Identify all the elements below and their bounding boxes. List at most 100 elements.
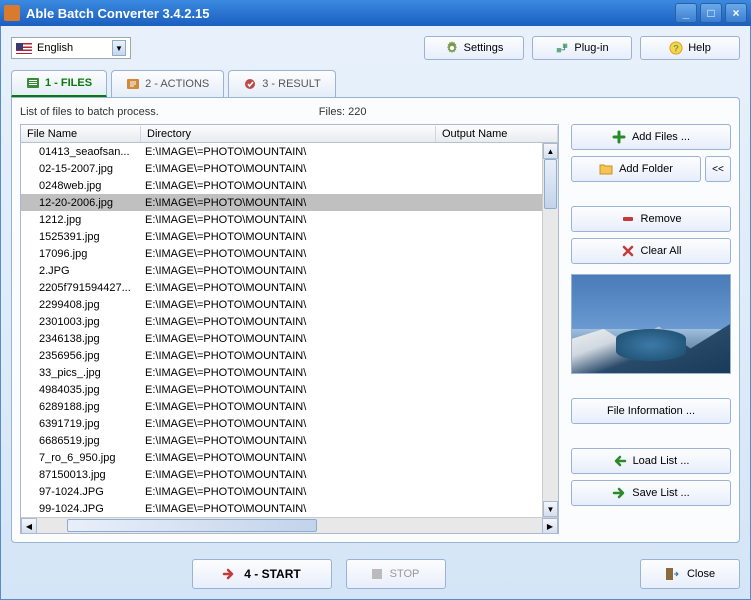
table-row[interactable]: 1212.jpgE:\IMAGE\=PHOTO\MOUNTAIN\ <box>21 211 542 228</box>
tab-files[interactable]: 1 - FILES <box>11 70 107 97</box>
cell-directory: E:\IMAGE\=PHOTO\MOUNTAIN\ <box>141 248 436 260</box>
scroll-down-icon[interactable]: ▼ <box>543 501 558 517</box>
plugin-label: Plug-in <box>574 42 608 54</box>
minimize-button[interactable]: _ <box>675 3 697 23</box>
list-info: List of files to batch process. Files: 2… <box>20 106 731 118</box>
cell-filename: 6391719.jpg <box>21 418 141 430</box>
save-list-button[interactable]: Save List ... <box>571 480 731 506</box>
tab-result[interactable]: 3 - RESULT <box>228 70 335 97</box>
cell-directory: E:\IMAGE\=PHOTO\MOUNTAIN\ <box>141 435 436 447</box>
table-row[interactable]: 33_pics_.jpgE:\IMAGE\=PHOTO\MOUNTAIN\ <box>21 364 542 381</box>
titlebar[interactable]: Able Batch Converter 3.4.2.15 _ □ × <box>0 0 751 26</box>
settings-button[interactable]: Settings <box>424 36 524 60</box>
table-row[interactable]: 01413_seaofsan...E:\IMAGE\=PHOTO\MOUNTAI… <box>21 143 542 160</box>
table-row[interactable]: 97-1024.JPGE:\IMAGE\=PHOTO\MOUNTAIN\ <box>21 483 542 500</box>
col-directory[interactable]: Directory <box>141 126 436 142</box>
horizontal-scrollbar[interactable]: ◀ ▶ <box>21 517 558 533</box>
language-select[interactable]: English ▼ <box>11 37 131 59</box>
load-list-label: Load List ... <box>633 455 690 467</box>
add-folder-button[interactable]: Add Folder <box>571 156 701 182</box>
table-row[interactable]: 2299408.jpgE:\IMAGE\=PHOTO\MOUNTAIN\ <box>21 296 542 313</box>
cell-directory: E:\IMAGE\=PHOTO\MOUNTAIN\ <box>141 418 436 430</box>
cell-filename: 99-1024.JPG <box>21 503 141 515</box>
x-icon <box>621 244 635 258</box>
table-row[interactable]: 12-20-2006.jpgE:\IMAGE\=PHOTO\MOUNTAIN\ <box>21 194 542 211</box>
cell-filename: 1212.jpg <box>21 214 141 226</box>
plugin-button[interactable]: Plug-in <box>532 36 632 60</box>
table-row[interactable]: 0248web.jpgE:\IMAGE\=PHOTO\MOUNTAIN\ <box>21 177 542 194</box>
add-files-button[interactable]: Add Files ... <box>571 124 731 150</box>
file-information-button[interactable]: File Information ... <box>571 398 731 424</box>
tab-actions[interactable]: 2 - ACTIONS <box>111 70 224 97</box>
table-row[interactable]: 4984035.jpgE:\IMAGE\=PHOTO\MOUNTAIN\ <box>21 381 542 398</box>
cell-filename: 2301003.jpg <box>21 316 141 328</box>
cell-directory: E:\IMAGE\=PHOTO\MOUNTAIN\ <box>141 214 436 226</box>
table-row[interactable]: 02-15-2007.jpgE:\IMAGE\=PHOTO\MOUNTAIN\ <box>21 160 542 177</box>
table-row[interactable]: 6391719.jpgE:\IMAGE\=PHOTO\MOUNTAIN\ <box>21 415 542 432</box>
cell-filename: 87150013.jpg <box>21 469 141 481</box>
table-row[interactable]: 7_ro_6_950.jpgE:\IMAGE\=PHOTO\MOUNTAIN\ <box>21 449 542 466</box>
cell-filename: 33_pics_.jpg <box>21 367 141 379</box>
table-row[interactable]: 2.JPGE:\IMAGE\=PHOTO\MOUNTAIN\ <box>21 262 542 279</box>
cell-filename: 4984035.jpg <box>21 384 141 396</box>
cell-filename: 1525391.jpg <box>21 231 141 243</box>
table-body: 01413_seaofsan...E:\IMAGE\=PHOTO\MOUNTAI… <box>21 143 558 517</box>
help-icon: ? <box>669 41 683 55</box>
scroll-up-icon[interactable]: ▲ <box>543 143 558 159</box>
door-icon <box>665 567 679 581</box>
close-window-button[interactable]: × <box>725 3 747 23</box>
minus-icon <box>621 212 635 226</box>
add-files-label: Add Files ... <box>632 131 690 143</box>
window-body: English ▼ Settings Plug-in ? Help 1 - FI… <box>0 26 751 600</box>
table-row[interactable]: 6686519.jpgE:\IMAGE\=PHOTO\MOUNTAIN\ <box>21 432 542 449</box>
start-button[interactable]: 4 - START <box>192 559 332 589</box>
table-row[interactable]: 6289188.jpgE:\IMAGE\=PHOTO\MOUNTAIN\ <box>21 398 542 415</box>
folder-icon <box>599 162 613 176</box>
col-filename[interactable]: File Name <box>21 126 141 142</box>
table-row[interactable]: 99-1024.JPGE:\IMAGE\=PHOTO\MOUNTAIN\ <box>21 500 542 517</box>
scroll-right-icon[interactable]: ▶ <box>542 518 558 534</box>
table-row[interactable]: 2205f791594427...E:\IMAGE\=PHOTO\MOUNTAI… <box>21 279 542 296</box>
maximize-button[interactable]: □ <box>700 3 722 23</box>
settings-label: Settings <box>464 42 504 54</box>
scroll-left-icon[interactable]: ◀ <box>21 518 37 534</box>
cell-filename: 7_ro_6_950.jpg <box>21 452 141 464</box>
cell-directory: E:\IMAGE\=PHOTO\MOUNTAIN\ <box>141 384 436 396</box>
cell-directory: E:\IMAGE\=PHOTO\MOUNTAIN\ <box>141 163 436 175</box>
chevron-down-icon[interactable]: ▼ <box>112 40 126 56</box>
file-info-label: File Information ... <box>607 405 695 417</box>
stop-icon <box>372 569 382 579</box>
cell-directory: E:\IMAGE\=PHOTO\MOUNTAIN\ <box>141 146 436 158</box>
close-button[interactable]: Close <box>640 559 740 589</box>
language-value: English <box>37 42 73 54</box>
collapse-label: << <box>712 164 724 175</box>
settings-icon <box>445 41 459 55</box>
cell-directory: E:\IMAGE\=PHOTO\MOUNTAIN\ <box>141 299 436 311</box>
hscroll-thumb[interactable] <box>67 519 317 532</box>
table-row[interactable]: 17096.jpgE:\IMAGE\=PHOTO\MOUNTAIN\ <box>21 245 542 262</box>
tabs: 1 - FILES 2 - ACTIONS 3 - RESULT <box>11 70 740 97</box>
table-row[interactable]: 2346138.jpgE:\IMAGE\=PHOTO\MOUNTAIN\ <box>21 330 542 347</box>
cell-directory: E:\IMAGE\=PHOTO\MOUNTAIN\ <box>141 350 436 362</box>
help-button[interactable]: ? Help <box>640 36 740 60</box>
vertical-scrollbar[interactable]: ▲ ▼ <box>542 143 558 517</box>
table-row[interactable]: 2356956.jpgE:\IMAGE\=PHOTO\MOUNTAIN\ <box>21 347 542 364</box>
cell-directory: E:\IMAGE\=PHOTO\MOUNTAIN\ <box>141 401 436 413</box>
table-row[interactable]: 1525391.jpgE:\IMAGE\=PHOTO\MOUNTAIN\ <box>21 228 542 245</box>
files-label: Files: <box>319 106 345 118</box>
cell-filename: 2356956.jpg <box>21 350 141 362</box>
load-list-button[interactable]: Load List ... <box>571 448 731 474</box>
clear-all-button[interactable]: Clear All <box>571 238 731 264</box>
stop-button[interactable]: STOP <box>346 559 446 589</box>
cell-directory: E:\IMAGE\=PHOTO\MOUNTAIN\ <box>141 316 436 328</box>
clear-all-label: Clear All <box>641 245 682 257</box>
remove-button[interactable]: Remove <box>571 206 731 232</box>
scroll-thumb[interactable] <box>544 159 557 209</box>
files-count: 220 <box>348 106 366 118</box>
table-row[interactable]: 2301003.jpgE:\IMAGE\=PHOTO\MOUNTAIN\ <box>21 313 542 330</box>
cell-filename: 01413_seaofsan... <box>21 146 141 158</box>
cell-directory: E:\IMAGE\=PHOTO\MOUNTAIN\ <box>141 265 436 277</box>
collapse-button[interactable]: << <box>705 156 731 182</box>
col-output[interactable]: Output Name <box>436 126 558 142</box>
table-row[interactable]: 87150013.jpgE:\IMAGE\=PHOTO\MOUNTAIN\ <box>21 466 542 483</box>
